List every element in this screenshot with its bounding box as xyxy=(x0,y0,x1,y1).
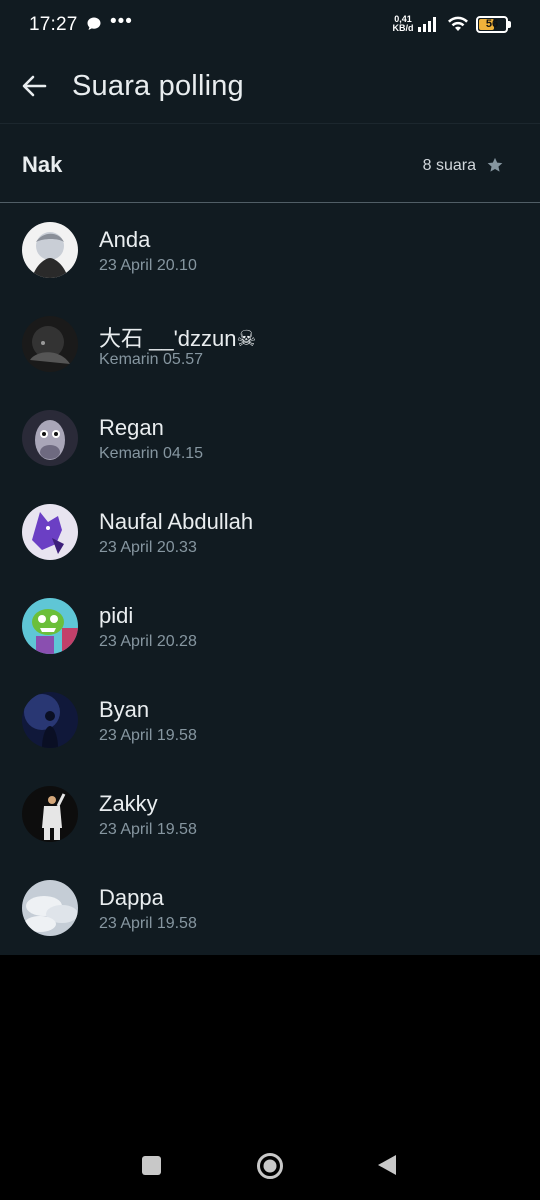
avatar xyxy=(22,598,78,654)
arrow-left-icon xyxy=(21,74,47,103)
voter-row[interactable]: Zakky 23 April 19.58 xyxy=(0,767,540,861)
voter-row[interactable]: pidi 23 April 20.28 xyxy=(0,579,540,673)
vote-time: 23 April 20.10 xyxy=(99,257,197,274)
voter-row[interactable]: 大石 __'dzzun☠ Kemarin 05.57 xyxy=(0,297,540,391)
voter-row[interactable]: Naufal Abdullah 23 April 20.33 xyxy=(0,485,540,579)
recent-apps-icon[interactable] xyxy=(142,1156,161,1175)
system-nav-bar xyxy=(0,1130,540,1200)
avatar xyxy=(22,692,78,748)
voter-row[interactable]: Byan 23 April 19.58 xyxy=(0,673,540,767)
voter-row[interactable]: Anda 23 April 20.10 xyxy=(0,203,540,297)
battery-tip xyxy=(508,21,511,28)
status-bar: 17:27 ••• 0,41 KB/d 56 xyxy=(0,0,540,52)
voter-name: Naufal Abdullah xyxy=(99,509,254,534)
net-speed: 0,41 KB/d xyxy=(391,15,415,33)
vote-time: 23 April 20.33 xyxy=(99,539,197,556)
vote-time: Kemarin 04.15 xyxy=(99,445,204,462)
app-header: Suara polling xyxy=(0,52,540,124)
wifi-icon xyxy=(446,14,470,39)
vote-time: 23 April 19.58 xyxy=(99,727,197,744)
avatar xyxy=(22,880,78,936)
net-speed-unit: KB/d xyxy=(392,23,414,33)
voter-name: Dappa xyxy=(99,885,164,910)
voter-row[interactable]: Dappa 23 April 19.58 xyxy=(0,861,540,955)
star-icon xyxy=(486,156,504,179)
avatar xyxy=(22,316,78,372)
vote-count: 8 suara xyxy=(422,157,476,174)
voter-name: Anda xyxy=(99,227,151,252)
voter-list: Anda 23 April 20.10 大石 __'dzzun☠ Kemarin… xyxy=(0,203,540,955)
back-icon[interactable] xyxy=(376,1153,398,1182)
chat-bubble-icon xyxy=(86,16,102,37)
battery-icon: 56 xyxy=(476,16,508,33)
voter-name: pidi xyxy=(99,603,134,628)
home-icon[interactable] xyxy=(256,1152,284,1185)
page-title: Suara polling xyxy=(72,70,244,102)
vote-time: 23 April 19.58 xyxy=(99,915,197,932)
voter-name: 大石 __'dzzun☠ xyxy=(99,326,257,351)
avatar xyxy=(22,222,78,278)
back-button[interactable] xyxy=(14,68,54,108)
poll-option-row: Nak 8 suara xyxy=(0,124,540,202)
voter-name: Zakky xyxy=(99,791,158,816)
vote-time: 23 April 20.28 xyxy=(99,633,197,650)
voter-row[interactable]: Regan Kemarin 04.15 xyxy=(0,391,540,485)
battery-percent: 56 xyxy=(485,18,499,30)
voter-name: Regan xyxy=(99,415,164,440)
signal-icon xyxy=(418,16,440,37)
notification-more-icon: ••• xyxy=(110,11,133,32)
vote-time: Kemarin 05.57 xyxy=(99,351,204,368)
poll-option-name: Nak xyxy=(22,152,63,177)
avatar xyxy=(22,504,78,560)
status-time: 17:27 xyxy=(29,14,78,35)
voter-name: Byan xyxy=(99,697,150,722)
avatar xyxy=(22,786,78,842)
vote-time: 23 April 19.58 xyxy=(99,821,197,838)
avatar xyxy=(22,410,78,466)
